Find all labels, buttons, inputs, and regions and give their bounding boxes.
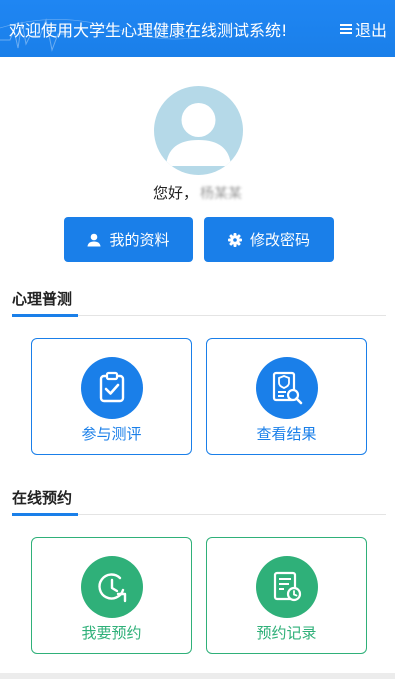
logout-button[interactable]: 退出 bbox=[339, 17, 387, 41]
appointment-records-card[interactable]: 预约记录 bbox=[206, 537, 367, 654]
my-profile-button[interactable]: 我的资料 bbox=[64, 217, 193, 262]
make-appointment-label: 我要预约 bbox=[81, 624, 142, 642]
section-divider bbox=[12, 314, 386, 317]
avatar bbox=[154, 86, 243, 175]
user-icon bbox=[87, 233, 101, 246]
logout-label: 退出 bbox=[354, 21, 387, 40]
view-results-label: 查看结果 bbox=[256, 425, 317, 443]
report-search-icon bbox=[255, 357, 318, 419]
view-results-card[interactable]: 查看结果 bbox=[206, 338, 367, 455]
make-appointment-card[interactable]: 我要预约 bbox=[31, 537, 192, 654]
section-title-assessment: 心理普测 bbox=[12, 290, 73, 308]
change-password-button[interactable]: 修改密码 bbox=[204, 217, 334, 262]
gear-icon bbox=[227, 232, 242, 247]
bottom-edge bbox=[0, 673, 395, 679]
clock-icon bbox=[80, 556, 143, 618]
change-password-label: 修改密码 bbox=[249, 231, 310, 249]
greeting-text: 您好， bbox=[152, 184, 198, 202]
user-icon bbox=[166, 103, 231, 166]
greeting: 您好， 杨某某 bbox=[0, 182, 395, 203]
menu-icon bbox=[339, 24, 352, 34]
username: 杨某某 bbox=[200, 186, 242, 202]
participate-assessment-label: 参与测评 bbox=[81, 425, 142, 443]
appointment-records-label: 预约记录 bbox=[256, 624, 317, 642]
app-header: 欢迎使用大学生心理健康在线测试系统! 退出 bbox=[0, 0, 395, 57]
record-clock-icon bbox=[255, 556, 318, 618]
my-profile-label: 我的资料 bbox=[109, 231, 170, 249]
section-divider bbox=[12, 513, 386, 516]
participate-assessment-card[interactable]: 参与测评 bbox=[31, 338, 192, 455]
clipboard-check-icon bbox=[80, 357, 143, 419]
section-title-appointment: 在线预约 bbox=[12, 489, 73, 507]
app-title: 欢迎使用大学生心理健康在线测试系统! bbox=[9, 21, 288, 40]
